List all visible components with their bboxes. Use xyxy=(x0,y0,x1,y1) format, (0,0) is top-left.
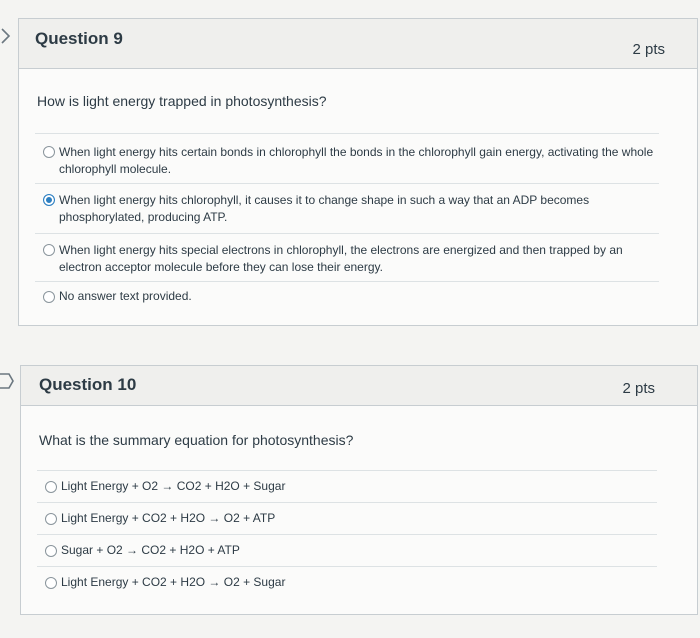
radio-button[interactable] xyxy=(45,545,57,557)
radio-button[interactable] xyxy=(45,481,57,493)
answer-label: No answer text provided. xyxy=(59,289,192,303)
question-10-answer-2[interactable]: Light Energy + CO2 + H2O → O2 + ATP xyxy=(37,502,657,534)
answer-label: Light Energy + CO2 + H2O → O2 + Sugar xyxy=(61,575,286,589)
radio-button[interactable] xyxy=(43,291,55,303)
question-10-answer-4[interactable]: Light Energy + CO2 + H2O → O2 + Sugar xyxy=(37,566,657,598)
question-10-points: 2 pts xyxy=(622,380,655,397)
question-9-header: Question 9 2 pts xyxy=(19,19,697,69)
question-10-title: Question 10 xyxy=(39,375,137,394)
answer-label: Light Energy + O2 → CO2 + H2O + Sugar xyxy=(61,479,286,493)
question-9-card: Question 9 2 pts How is light energy tra… xyxy=(18,18,698,326)
answer-label: Light Energy + CO2 + H2O → O2 + ATP xyxy=(61,511,276,525)
radio-button-selected[interactable] xyxy=(43,194,55,206)
question-10-prompt: What is the summary equation for photosy… xyxy=(39,432,354,448)
question-9-flag-icon[interactable] xyxy=(0,26,14,46)
answer-label: When light energy hits chlorophyll, it c… xyxy=(59,193,590,224)
question-10-header: Question 10 2 pts xyxy=(21,366,697,406)
question-9-points: 2 pts xyxy=(632,41,665,58)
answer-label: Sugar + O2 → CO2 + H2O + ATP xyxy=(61,543,240,557)
question-9-answer-2[interactable]: When light energy hits chlorophyll, it c… xyxy=(35,183,659,233)
answer-label: When light energy hits certain bonds in … xyxy=(59,145,654,176)
question-10-card: Question 10 2 pts What is the summary eq… xyxy=(20,365,698,615)
radio-button[interactable] xyxy=(45,577,57,589)
radio-button[interactable] xyxy=(43,244,55,256)
question-10-flag-icon[interactable] xyxy=(0,371,14,391)
question-10-answer-1[interactable]: Light Energy + O2 → CO2 + H2O + Sugar xyxy=(37,470,657,502)
radio-button[interactable] xyxy=(45,513,57,525)
question-9-title: Question 9 xyxy=(35,29,123,48)
question-9-prompt: How is light energy trapped in photosynt… xyxy=(37,93,327,109)
question-9-answer-4[interactable]: No answer text provided. xyxy=(35,281,659,313)
answer-label: When light energy hits special electrons… xyxy=(59,243,623,274)
question-9-answer-1[interactable]: When light energy hits certain bonds in … xyxy=(35,133,659,183)
question-10-answer-3[interactable]: Sugar + O2 → CO2 + H2O + ATP xyxy=(37,534,657,566)
question-9-answer-3[interactable]: When light energy hits special electrons… xyxy=(35,233,659,283)
radio-button[interactable] xyxy=(43,146,55,158)
